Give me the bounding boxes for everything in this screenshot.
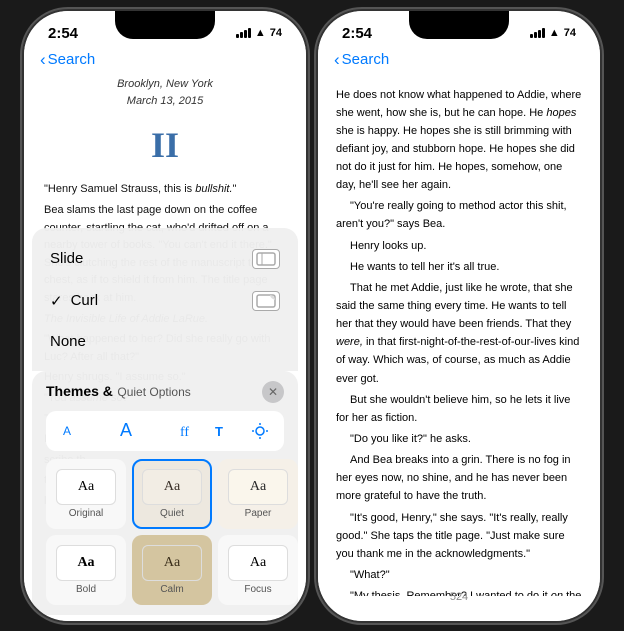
svg-text:T: T	[215, 424, 223, 439]
back-button-right[interactable]: ‹ Search	[334, 50, 389, 70]
nav-bar-left: ‹ Search	[24, 46, 306, 76]
close-button[interactable]: ✕	[262, 381, 284, 403]
font-decrease-button[interactable]: A	[56, 424, 78, 438]
font-increase-button[interactable]: A	[115, 420, 137, 441]
bar3	[244, 30, 247, 38]
slide-option-slide-label: Slide	[50, 250, 83, 267]
check-mark: ✓	[50, 292, 63, 310]
signal-icon-right	[530, 28, 545, 38]
right-para-4: He wants to tell her it's all true.	[336, 258, 582, 276]
right-para-1: He does not know what happened to Addie,…	[336, 86, 582, 195]
bar4	[248, 28, 251, 38]
battery-right: 74	[564, 27, 576, 39]
right-para-10: "What?"	[336, 566, 582, 584]
theme-bold-label: Bold	[76, 584, 96, 595]
theme-paper[interactable]: Aa Paper	[218, 459, 298, 529]
none-option-label: None	[50, 333, 86, 350]
notch-right	[409, 11, 509, 39]
curl-option-label: Curl	[71, 292, 99, 309]
page-number: 524	[450, 591, 468, 603]
theme-original-preview: Aa	[56, 469, 116, 505]
nav-bar-right: ‹ Search	[318, 46, 600, 76]
right-para-5: That he met Addie, just like he wrote, t…	[336, 279, 582, 388]
theme-original[interactable]: Aa Original	[46, 459, 126, 529]
back-label-right: Search	[342, 51, 390, 68]
time-right: 2:54	[342, 25, 372, 42]
battery-left: 74	[270, 27, 282, 39]
theme-calm[interactable]: Aa Calm	[132, 535, 212, 605]
theme-bold[interactable]: Aa Bold	[46, 535, 126, 605]
slide-options-panel: Slide ✓ Curl	[32, 228, 298, 371]
left-phone-screen: 2:54 ▲ 74 ‹ S	[24, 11, 306, 621]
slide-option-slide[interactable]: Slide	[32, 238, 298, 280]
notch	[115, 11, 215, 39]
book-location: Brooklyn, New YorkMarch 13, 2015	[44, 76, 286, 110]
back-label-left: Search	[48, 51, 96, 68]
book-content-right: He does not know what happened to Addie,…	[318, 76, 600, 596]
themes-header: Themes & Quiet Options ✕	[46, 381, 284, 403]
theme-focus[interactable]: Aa Focus	[218, 535, 298, 605]
font-brightness-icon[interactable]	[246, 417, 274, 445]
chapter-number: II	[44, 118, 286, 174]
slide-icon	[252, 249, 280, 269]
theme-focus-preview: Aa	[228, 545, 288, 581]
bar1	[236, 34, 239, 38]
overlay-panel: Slide ✓ Curl	[24, 228, 306, 621]
theme-quiet-preview: Aa	[142, 469, 202, 505]
bar2	[240, 32, 243, 38]
back-button-left[interactable]: ‹ Search	[40, 50, 95, 70]
theme-paper-preview: Aa	[228, 469, 288, 505]
right-phone: 2:54 ▲ 74 ‹ S	[318, 11, 600, 621]
themes-title: Themes & Quiet Options	[46, 383, 191, 401]
right-para-9: "It's good, Henry," she says. "It's real…	[336, 509, 582, 563]
chevron-right-icon: ‹	[334, 50, 340, 70]
time-left: 2:54	[48, 25, 78, 42]
right-para-3: Henry looks up.	[336, 237, 582, 255]
font-size-row: A A ff T	[46, 411, 284, 451]
theme-grid: Aa Original Aa Quiet Aa Paper Aa	[46, 459, 284, 605]
themes-toolbar: Themes & Quiet Options ✕ A A ff	[32, 371, 298, 615]
left-phone: 2:54 ▲ 74 ‹ S	[24, 11, 306, 621]
svg-text:ff: ff	[180, 425, 189, 440]
chevron-left-icon: ‹	[40, 50, 46, 70]
theme-bold-preview: Aa	[56, 545, 116, 581]
status-icons-left: ▲ 74	[236, 27, 282, 39]
theme-original-label: Original	[69, 508, 103, 519]
book-para-1: "Henry Samuel Strauss, this is bullshit.…	[44, 181, 286, 199]
font-style-serif-icon[interactable]: ff	[174, 417, 202, 445]
wifi-icon-left: ▲	[255, 27, 266, 39]
theme-paper-label: Paper	[245, 508, 272, 519]
status-icons-right: ▲ 74	[530, 27, 576, 39]
font-style-icons: ff T	[174, 417, 274, 445]
theme-focus-label: Focus	[244, 584, 271, 595]
signal-icon-left	[236, 28, 251, 38]
theme-calm-label: Calm	[160, 584, 183, 595]
right-para-8: And Bea breaks into a grin. There is no …	[336, 451, 582, 505]
wifi-icon-right: ▲	[549, 27, 560, 39]
theme-quiet-label: Quiet	[160, 508, 184, 519]
slide-option-curl[interactable]: ✓ Curl	[32, 280, 298, 322]
theme-quiet[interactable]: Aa Quiet	[132, 459, 212, 529]
phones-container: 2:54 ▲ 74 ‹ S	[24, 11, 600, 621]
right-para-6: But she wouldn't believe him, so he lets…	[336, 391, 582, 427]
right-para-7: "Do you like it?" he asks.	[336, 430, 582, 448]
themes-subtitle: Quiet Options	[117, 385, 190, 399]
right-phone-screen: 2:54 ▲ 74 ‹ S	[318, 11, 600, 621]
theme-calm-preview: Aa	[142, 545, 202, 581]
themes-title-text: Themes &	[46, 383, 113, 399]
slide-option-none[interactable]: None	[32, 322, 298, 361]
font-style-bold-icon[interactable]: T	[210, 417, 238, 445]
right-para-2: "You're really going to method actor thi…	[336, 197, 582, 233]
curl-icon	[252, 291, 280, 311]
